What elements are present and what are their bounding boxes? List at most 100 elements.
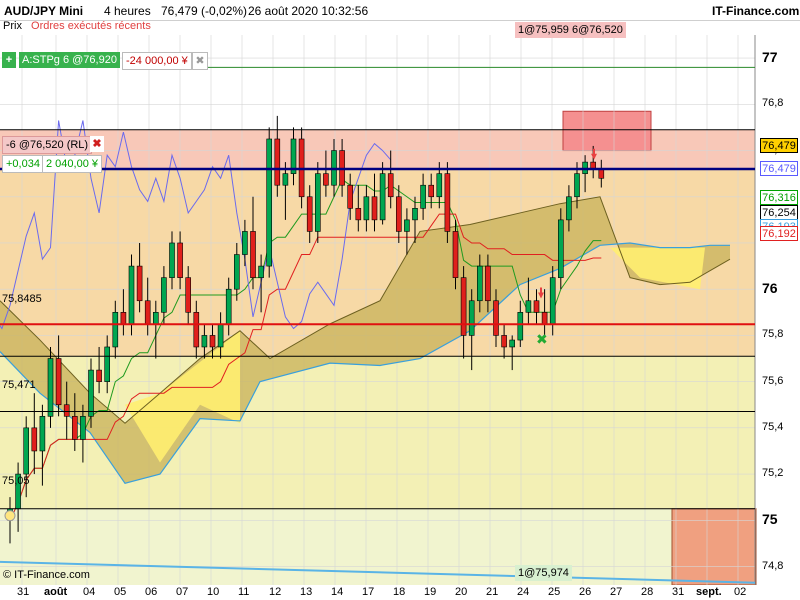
candle-body	[258, 265, 264, 278]
candle-body	[420, 184, 426, 209]
x-tick-label: 25	[548, 586, 561, 598]
tab-prix[interactable]: Prix	[0, 20, 25, 32]
y-tick-label: 76,8	[762, 97, 784, 110]
stop-order-handle[interactable]: +	[2, 52, 16, 68]
x-tick-label: 17	[362, 586, 375, 598]
candle-body	[47, 358, 54, 417]
candle-body	[169, 242, 175, 278]
candle-body	[112, 312, 119, 348]
stop-order-close-icon[interactable]: ✖	[192, 52, 208, 70]
stop-order-label[interactable]: A:STPg 6 @76,920	[19, 52, 120, 68]
candle-body	[88, 369, 94, 417]
last-quote: 76,479 (-0,02%)	[161, 4, 248, 18]
candle-body	[598, 168, 605, 179]
x-tick-label: 10	[207, 586, 220, 598]
y-tick-label: 75,4	[762, 420, 784, 433]
candle-body	[144, 300, 151, 325]
candle-body	[525, 300, 532, 313]
y-tick-label: 76	[762, 280, 778, 297]
candle-body	[404, 219, 410, 232]
candle-body	[371, 196, 378, 221]
price-chart[interactable]: ✖	[0, 35, 800, 585]
y-tick-label: 75,8	[762, 328, 784, 341]
price-box: 76,254	[760, 205, 798, 220]
timeframe[interactable]: 4 heures	[104, 4, 151, 18]
instrument-name: AUD/JPY Mini	[4, 4, 84, 18]
candle-body	[209, 335, 216, 348]
y-tick-label: 74,8	[762, 559, 784, 572]
candle-body	[468, 300, 475, 336]
candle-body	[161, 277, 167, 313]
candle-body	[96, 369, 102, 382]
candle-body	[509, 339, 516, 348]
candle-body	[153, 312, 159, 325]
candle-body	[557, 219, 564, 278]
level-label: 75,471	[2, 379, 36, 391]
x-tick-label: 31	[672, 586, 685, 598]
position-label[interactable]: -6 @76,520 (RL)	[2, 136, 93, 154]
level-label: 75,8485	[2, 293, 42, 305]
level-label: 75,05	[2, 475, 30, 487]
x-tick-label: 13	[300, 586, 313, 598]
x-tick-label: 28	[641, 586, 654, 598]
chart-header: AUD/JPY Mini 4 heures 76,479 (-0,02%) 26…	[0, 0, 800, 21]
candle-body	[242, 231, 248, 255]
x-tick-label: 02	[734, 586, 747, 598]
candle-body	[39, 416, 46, 452]
candle-body	[517, 312, 524, 341]
candle-body	[549, 277, 556, 325]
candle-body	[55, 358, 62, 406]
candle-body	[379, 173, 386, 221]
candle-body	[177, 242, 183, 278]
candle-body	[476, 265, 483, 302]
candle-body	[323, 173, 329, 186]
candle-body	[452, 231, 459, 278]
candle-body	[501, 335, 507, 348]
x-tick-label: 27	[610, 586, 623, 598]
x-tick-label: sept.	[696, 586, 722, 598]
candle-body	[274, 138, 281, 186]
x-tick-label: 21	[486, 586, 499, 598]
y-tick-label: 75,2	[762, 467, 784, 480]
x-tick-label: août	[44, 586, 68, 598]
candle-body	[217, 323, 224, 348]
candle-body	[128, 265, 135, 325]
price-box: 76,316	[760, 190, 798, 205]
candle-body	[566, 196, 572, 221]
candle-body	[541, 312, 548, 325]
pnl-points: +0,034	[2, 155, 44, 173]
x-tick-label: 06	[145, 586, 158, 598]
candle-body	[574, 173, 580, 198]
candle-body	[412, 208, 418, 221]
candle-body	[266, 138, 273, 267]
x-tick-label: 05	[114, 586, 127, 598]
x-tick-label: 11	[238, 586, 250, 598]
price-box: 76,192	[760, 226, 798, 241]
candle-body	[347, 184, 354, 209]
copyright: © IT-Finance.com	[3, 569, 90, 581]
price-box: 76,479	[760, 161, 798, 176]
x-tick-label: 12	[269, 586, 282, 598]
x-tick-label: 24	[517, 586, 530, 598]
candle-body	[387, 173, 394, 198]
bottom-orders-tag[interactable]: 1@75,974	[515, 565, 572, 581]
timestamp: 26 août 2020 10:32:56	[248, 4, 369, 18]
x-tick-label: 26	[579, 586, 592, 598]
y-tick-label: 75,6	[762, 374, 784, 387]
candle-body	[201, 335, 208, 348]
candle-body	[533, 300, 540, 313]
candle-body	[31, 427, 38, 452]
start-marker-icon	[4, 510, 16, 522]
tab-recent-orders[interactable]: Ordres exécutés récents	[28, 20, 154, 32]
candle-body	[185, 277, 191, 313]
x-tick-label: 20	[455, 586, 468, 598]
candle-body	[306, 196, 313, 232]
top-orders-tag[interactable]: 1@75,959 6@76,520	[515, 22, 626, 38]
position-close-icon[interactable]: ✖	[90, 136, 104, 152]
candle-body	[80, 416, 86, 440]
candle-body	[314, 173, 321, 232]
x-tick-label: 14	[331, 586, 344, 598]
candle-body	[363, 196, 370, 221]
y-tick-label: 77	[762, 49, 778, 66]
x-tick-label: 07	[176, 586, 189, 598]
